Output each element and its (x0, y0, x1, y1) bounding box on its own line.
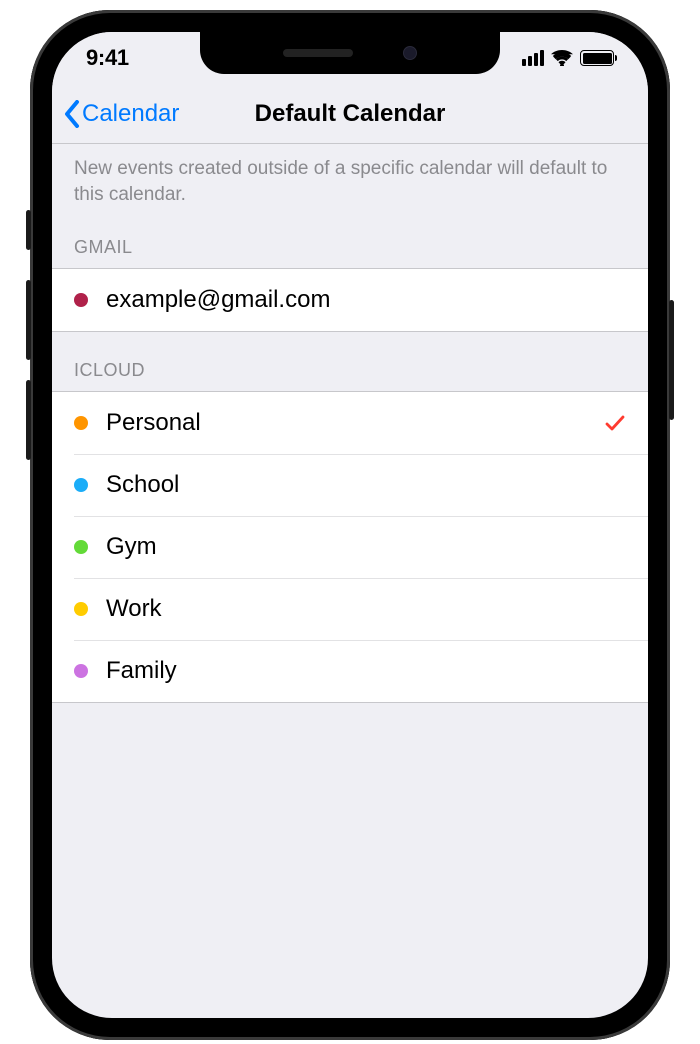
back-label: Calendar (82, 100, 179, 128)
status-time: 9:41 (86, 45, 129, 71)
status-indicators (522, 50, 614, 66)
chevron-left-icon (64, 100, 80, 128)
calendar-list-gmail: example@gmail.com (52, 268, 648, 332)
calendar-color-dot (74, 540, 88, 554)
calendar-label: Family (106, 657, 626, 685)
section-description: New events created outside of a specific… (52, 144, 648, 229)
back-button[interactable]: Calendar (64, 100, 179, 128)
battery-icon (580, 50, 614, 66)
navigation-bar: Calendar Default Calendar (52, 84, 648, 144)
calendar-label: School (106, 471, 626, 499)
power-button (669, 300, 674, 420)
calendar-row[interactable]: School (52, 454, 648, 516)
phone-frame: 9:41 Calendar Default Calendar (30, 10, 670, 1040)
mute-switch (26, 210, 31, 250)
section-header-gmail: GMAIL (52, 229, 648, 268)
calendar-row[interactable]: example@gmail.com (52, 269, 648, 331)
wifi-icon (551, 50, 573, 66)
calendar-color-dot (74, 602, 88, 616)
cellular-signal-icon (522, 50, 544, 66)
calendar-label: Gym (106, 533, 626, 561)
calendar-row[interactable]: Work (52, 578, 648, 640)
notch (200, 32, 500, 74)
checkmark-icon (604, 412, 626, 434)
screen: 9:41 Calendar Default Calendar (52, 32, 648, 1018)
calendar-label: Personal (106, 409, 604, 437)
section-header-icloud: ICLOUD (52, 332, 648, 391)
calendar-color-dot (74, 664, 88, 678)
calendar-row[interactable]: Gym (52, 516, 648, 578)
front-camera (403, 46, 417, 60)
speaker-grille (283, 49, 353, 57)
calendar-row[interactable]: Personal (52, 392, 648, 454)
page-title: Default Calendar (255, 100, 446, 128)
calendar-color-dot (74, 293, 88, 307)
calendar-label: example@gmail.com (106, 286, 626, 314)
calendar-color-dot (74, 416, 88, 430)
volume-down-button (26, 380, 31, 460)
volume-up-button (26, 280, 31, 360)
calendar-row[interactable]: Family (52, 640, 648, 702)
calendar-list-icloud: Personal School Gym Work Family (52, 391, 648, 703)
calendar-color-dot (74, 478, 88, 492)
calendar-label: Work (106, 595, 626, 623)
